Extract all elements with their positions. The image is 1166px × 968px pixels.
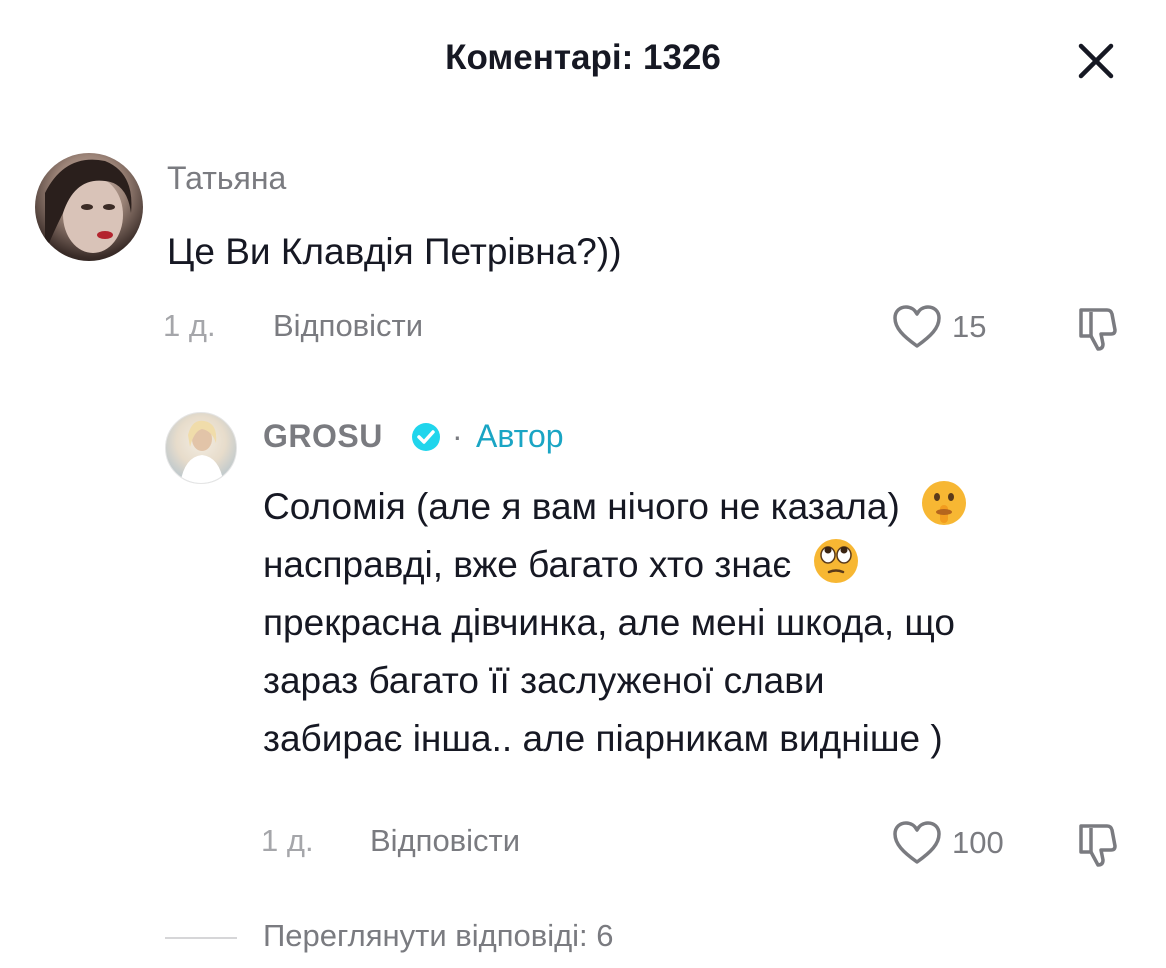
reply-time: 1 д. — [261, 823, 314, 858]
separator-dot: · — [452, 418, 463, 454]
reply-button[interactable]: Відповісти — [273, 308, 423, 344]
like-count: 100 — [952, 825, 1004, 860]
heart-icon[interactable] — [891, 820, 943, 866]
reply-text-line: Соломія (але я вам нічого не казала) — [263, 478, 1133, 536]
reply-text-line: насправді, вже багато хто знає — [263, 536, 1133, 594]
comments-panel: Коментарі: 1326 Татьяна Це Ви Клавдія Пе… — [0, 0, 1166, 968]
shushing-face-emoji — [922, 481, 967, 525]
reply-text-line: забирає інша.. але піарникам видніше ) — [263, 718, 943, 759]
avatar[interactable] — [165, 412, 237, 484]
close-button[interactable] — [1075, 40, 1117, 82]
replies-divider — [165, 937, 237, 939]
comment-text: Це Ви Клавдія Петрівна?)) — [167, 231, 622, 272]
avatar[interactable] — [35, 153, 143, 261]
reply-username[interactable]: GROSU — [263, 418, 383, 455]
comment-username[interactable]: Татьяна — [167, 160, 286, 197]
face-with-rolling-eyes-emoji — [813, 539, 858, 583]
avatar-photo — [180, 420, 224, 483]
comments-header-title: Коментарі: 1326 — [445, 38, 721, 77]
close-icon — [1078, 43, 1114, 79]
reply-text: Соломія (але я вам нічого не казала) нас… — [263, 478, 1133, 768]
reply-text-line: зараз багато її заслуженої слави — [263, 660, 825, 701]
verified-badge-icon — [412, 423, 440, 451]
dislike-icon[interactable] — [1075, 304, 1119, 352]
comment-time: 1 д. — [163, 308, 216, 343]
author-label: Автор — [476, 418, 564, 454]
heart-icon[interactable] — [891, 304, 943, 350]
dislike-icon[interactable] — [1075, 820, 1119, 868]
view-replies-button[interactable]: Переглянути відповіді: 6 — [263, 918, 614, 954]
reply-text-line: прекрасна дівчинка, але мені шкода, що — [263, 602, 955, 643]
avatar-photo — [45, 159, 132, 253]
reply-button[interactable]: Відповісти — [370, 823, 520, 859]
like-count: 15 — [952, 309, 987, 344]
